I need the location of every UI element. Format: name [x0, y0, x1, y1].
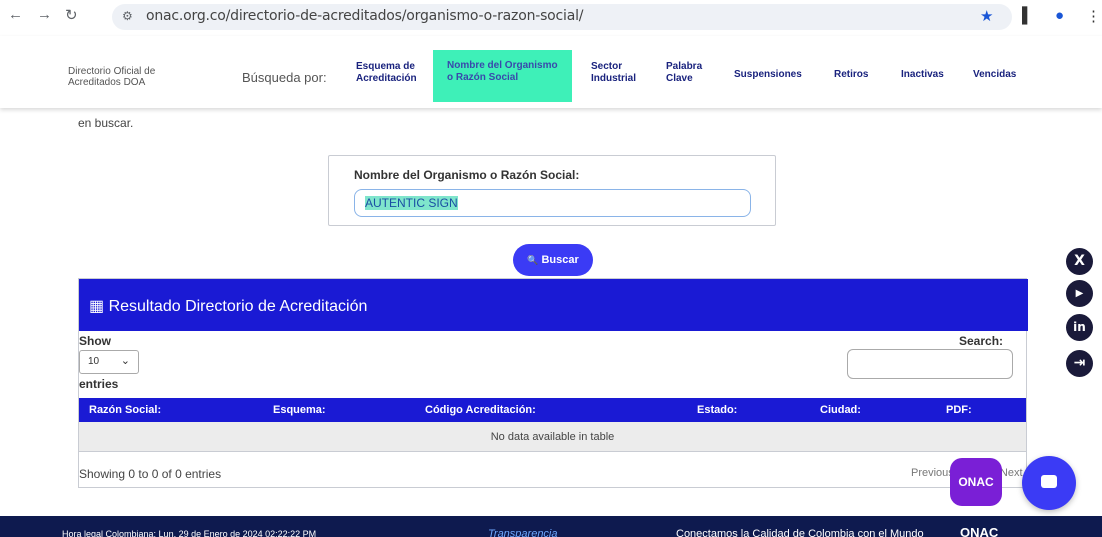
browser-toolbar: ← → ↻ ⚙ onac.org.co/directorio-de-acredi… [0, 0, 1102, 36]
search-form: Nombre del Organismo o Razón Social: AUT… [328, 155, 776, 226]
nav-nombre-line2: o Razón Social [447, 72, 519, 83]
nav-sector-line1: Sector [591, 61, 623, 72]
footer: Hora legal Colombiana: Lun, 29 de Enero … [0, 516, 1102, 537]
entries-label: entries [79, 377, 119, 391]
col-estado[interactable]: Estado: [697, 404, 737, 416]
nav-palabra-line1: Palabra [666, 61, 703, 72]
table-search-label: Search: [959, 334, 1004, 348]
col-esquema[interactable]: Esquema: [273, 404, 326, 416]
nav-sector-line2: Industrial [591, 73, 637, 84]
nav-esquema-line1: Esquema de [356, 61, 415, 72]
onac-badge[interactable]: ONAC [950, 458, 1002, 506]
nav-palabra-line2: Clave [666, 73, 693, 84]
transparencia-link[interactable]: Transparencia [488, 528, 558, 537]
forward-icon[interactable]: → [37, 6, 52, 23]
search-field-label: Nombre del Organismo o Razón Social: [354, 168, 580, 182]
bookmark-star-icon[interactable]: ★ [980, 7, 993, 25]
results-panel: ▦ Resultado Directorio de Acreditación S… [78, 278, 1028, 488]
menu-icon[interactable]: ⋮ [1086, 7, 1101, 25]
results-header: ▦ Resultado Directorio de Acreditación [79, 279, 1028, 331]
empty-table-message: No data available in table [79, 422, 1026, 452]
brand-line2: Acreditados DOA [68, 77, 146, 88]
back-icon[interactable]: ← [8, 6, 23, 23]
nav-esquema[interactable]: Esquema de Acreditación [356, 61, 417, 85]
nav-esquema-line2: Acreditación [356, 73, 417, 84]
footer-tagline: Conectamos la Calidad de Colombia con el… [676, 528, 924, 537]
nav-vencidas[interactable]: Vencidas [973, 69, 1016, 81]
col-ciudad[interactable]: Ciudad: [820, 404, 861, 416]
reload-icon[interactable]: ↻ [65, 6, 78, 24]
table-icon: ▦ [89, 298, 105, 315]
profile-icon[interactable]: ● [1055, 7, 1064, 24]
chevron-down-icon: ⌄ [120, 355, 130, 367]
organismo-input[interactable]: AUTENTIC SIGN [354, 189, 751, 217]
results-title: Resultado Directorio de Acreditación [108, 298, 368, 315]
nav-suspensiones[interactable]: Suspensiones [734, 69, 802, 81]
nav-retiros[interactable]: Retiros [834, 69, 868, 81]
linkedin-icon[interactable]: in [1066, 314, 1093, 341]
search-by-label: Búsqueda por: [242, 70, 327, 85]
nav-nombre-line1: Nombre del Organismo [447, 60, 558, 71]
entries-select[interactable]: 10 ⌄ [79, 350, 139, 374]
site-info-icon[interactable]: ⚙ [122, 9, 133, 23]
entries-value: 10 [88, 356, 100, 367]
brand[interactable]: Directorio Oficial de Acreditados DOA [68, 66, 188, 88]
nav-nombre-organismo[interactable]: Nombre del Organismo o Razón Social [433, 50, 572, 102]
buscar-label: Buscar [541, 254, 579, 266]
col-codigo[interactable]: Código Acreditación: [425, 404, 536, 416]
intro-text: en buscar. [78, 116, 134, 130]
youtube-icon[interactable]: ▶ [1066, 280, 1093, 307]
show-label: Show [79, 334, 111, 348]
table-info: Showing 0 to 0 of 0 entries [79, 467, 222, 481]
onac-logo[interactable]: ONAC [960, 525, 998, 537]
table-search-input[interactable] [847, 349, 1013, 379]
chat-button[interactable] [1022, 456, 1076, 510]
col-razon-social[interactable]: Razón Social: [89, 404, 161, 416]
buscar-button[interactable]: 🔍 Buscar [513, 244, 593, 276]
brand-line1: Directorio Oficial de [68, 66, 156, 77]
chat-icon [1041, 475, 1057, 488]
address-bar[interactable]: ⚙ onac.org.co/directorio-de-acreditados/… [112, 4, 1012, 30]
organismo-input-value: AUTENTIC SIGN [365, 196, 458, 210]
x-twitter-icon[interactable]: X [1066, 248, 1093, 275]
nav-sector[interactable]: Sector Industrial [591, 61, 636, 85]
col-pdf[interactable]: PDF: [946, 404, 972, 416]
next-button[interactable]: Next [1000, 467, 1023, 479]
search-icon: 🔍 [527, 255, 539, 265]
nav-inactivas[interactable]: Inactivas [901, 69, 944, 81]
previous-button[interactable]: Previous [911, 467, 954, 479]
nav-palabra[interactable]: Palabra Clave [666, 61, 702, 85]
login-icon[interactable]: ⇥ [1066, 350, 1093, 377]
url-text[interactable]: onac.org.co/directorio-de-acreditados/or… [146, 8, 584, 24]
sidebar-icon[interactable]: ▌ [1022, 7, 1033, 24]
site-header: Directorio Oficial de Acreditados DOA Bú… [0, 36, 1102, 108]
legal-time: Hora legal Colombiana: Lun, 29 de Enero … [62, 529, 317, 537]
table-header-row: Razón Social: Esquema: Código Acreditaci… [79, 398, 1026, 422]
